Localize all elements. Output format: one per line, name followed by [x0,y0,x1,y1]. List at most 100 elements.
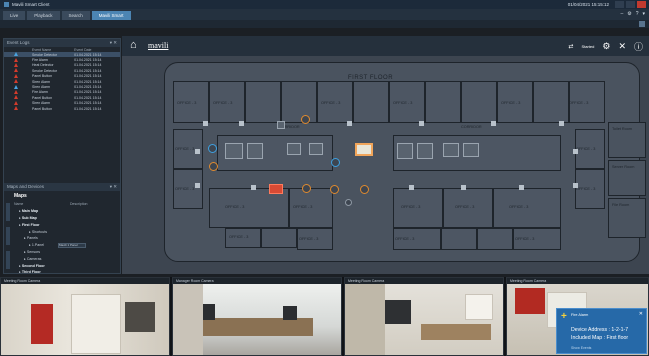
brand-link[interactable]: mavili [148,41,168,50]
camera-feed [345,284,503,355]
camera-view[interactable]: Manager Room Camera [172,277,342,356]
alarm-icon [14,73,18,78]
door-marker [195,183,200,188]
close-icon[interactable]: ✕ [639,311,643,317]
home-icon[interactable]: ⌂ [130,40,140,51]
tab-mavili-smart[interactable]: Mavili Smart [91,11,131,20]
room-label: OFFICE - 3 [177,101,197,105]
panel-device-icon[interactable] [225,143,243,159]
room-label: OFFICE - 3 [395,237,415,241]
show-events-link[interactable]: Show Events [571,346,591,350]
sensor-icon[interactable] [345,199,352,206]
room[interactable] [353,81,389,123]
tree-item[interactable]: ▸ Panels [14,235,120,242]
tree-item[interactable]: ▸ Cameras [14,256,120,263]
door-marker [573,183,578,188]
maps-panel-title: Maps and Devices [7,184,45,190]
camera-view[interactable]: Meeting Room Camera [344,277,504,356]
tree-item[interactable]: ▸ Third Floor [14,269,120,276]
side-tab-maps[interactable] [6,203,10,222]
map-area: ⌂ mavili ⇄ Started ⚙ ✕ ⓘ OFFICE - 3 OFFI… [122,36,649,274]
tab-playback[interactable]: Playback [27,11,60,20]
room-label: OFFICE - 3 [393,101,413,105]
room-label: OFFICE - 3 [501,101,521,105]
minimize-icon[interactable] [615,1,624,8]
tree-item[interactable]: ▸ Shortcuts [14,229,120,236]
alarm-icon [14,84,18,89]
user-icon[interactable]: ⇄ [568,43,573,50]
room[interactable] [533,81,569,123]
room[interactable] [441,228,477,250]
config-icon[interactable] [639,21,645,27]
panel-device-icon[interactable] [443,143,459,157]
table-row[interactable]: Panel Button 01.04.2021 15:14 [4,106,120,111]
user-label: Started [581,44,595,49]
room[interactable] [245,81,281,123]
camera-view[interactable]: Meeting Room Camera [0,277,170,356]
room[interactable] [477,228,513,250]
pin-icon[interactable]: ▾ ✕ [110,183,117,191]
fire-alarm-active-icon[interactable] [269,184,283,194]
close-icon[interactable]: ✕ [618,41,626,52]
room[interactable] [281,81,317,123]
collapse-icon[interactable]: – [620,11,623,17]
room[interactable] [461,81,497,123]
clock: 01/04/2021 15:15:12 [567,2,609,7]
device-icon[interactable] [277,121,285,129]
camera-device-icon[interactable] [309,143,323,155]
help-icon[interactable]: ? [636,11,639,17]
panel-device-icon[interactable] [463,143,479,157]
door-marker [559,121,564,126]
tab-bar: Live Playback Search Mavili Smart – ⚙ ? … [0,9,649,20]
room[interactable] [425,81,461,123]
maps-panel-header: Maps and Devices ▾ ✕ [4,183,120,192]
alarm-icon [14,57,18,62]
event-name: Panel Button [32,106,53,111]
room-label: OFFICE - 3 [225,205,245,209]
side-room[interactable]: File Room [608,198,646,238]
alarm-notification[interactable]: + Fire Alarm ✕ Device Address : 1-2-1-7 … [556,308,647,354]
tree-item[interactable]: ▸ First Floor [14,222,120,229]
side-room[interactable]: Server Room [608,160,646,196]
heat-detector-icon[interactable] [301,115,310,124]
panel-active-icon[interactable] [355,143,373,156]
tree-item-label: Panels [26,236,38,241]
alarm-icon [14,52,18,57]
close-icon[interactable] [637,1,646,8]
side-tab-layers[interactable] [6,251,10,270]
siren-icon[interactable] [360,185,369,194]
tree-item[interactable]: ▸ Sub Map [14,215,120,222]
tree-item[interactable]: ▸ Sensors [14,249,120,256]
camera-feed [173,284,341,355]
smoke-detector-icon[interactable] [331,158,340,167]
panel-device-icon[interactable] [397,143,413,159]
settings-icon[interactable]: ⚙ [627,11,631,17]
siren-icon[interactable] [209,162,218,171]
alarm-icon [14,106,18,111]
tree-item[interactable]: ▸ Main Map [14,208,120,215]
pin-icon[interactable]: ▾ ✕ [110,39,117,47]
heat-detector-icon[interactable] [302,184,311,193]
side-tab-devices[interactable] [6,227,10,246]
tree-item[interactable]: ▸ Second Floor [14,263,120,270]
panel-device-icon[interactable] [247,143,263,159]
alarm-icon [14,100,18,105]
tab-live[interactable]: Live [3,11,26,20]
panel-device-icon[interactable] [417,143,433,159]
tree-col-name: Name [14,202,24,207]
tab-search[interactable]: Search [61,11,90,20]
room[interactable] [261,228,297,248]
room[interactable] [209,188,289,228]
notification-title: Fire Alarm [571,313,589,317]
smoke-detector-icon[interactable] [208,144,217,153]
tree-item[interactable]: ▸ 1.Panel Mavili 1 Panel [14,242,120,249]
gear-icon[interactable]: ⚙ [602,41,610,52]
side-room[interactable]: Toilet Room [608,122,646,158]
camera-device-icon[interactable] [287,143,301,155]
more-icon[interactable]: ▾ [642,11,645,17]
info-icon[interactable]: ⓘ [634,40,643,53]
alarm-icon [14,79,18,84]
heat-detector-icon[interactable] [330,185,339,194]
maximize-icon[interactable] [626,1,635,8]
alarm-icon [14,62,18,67]
